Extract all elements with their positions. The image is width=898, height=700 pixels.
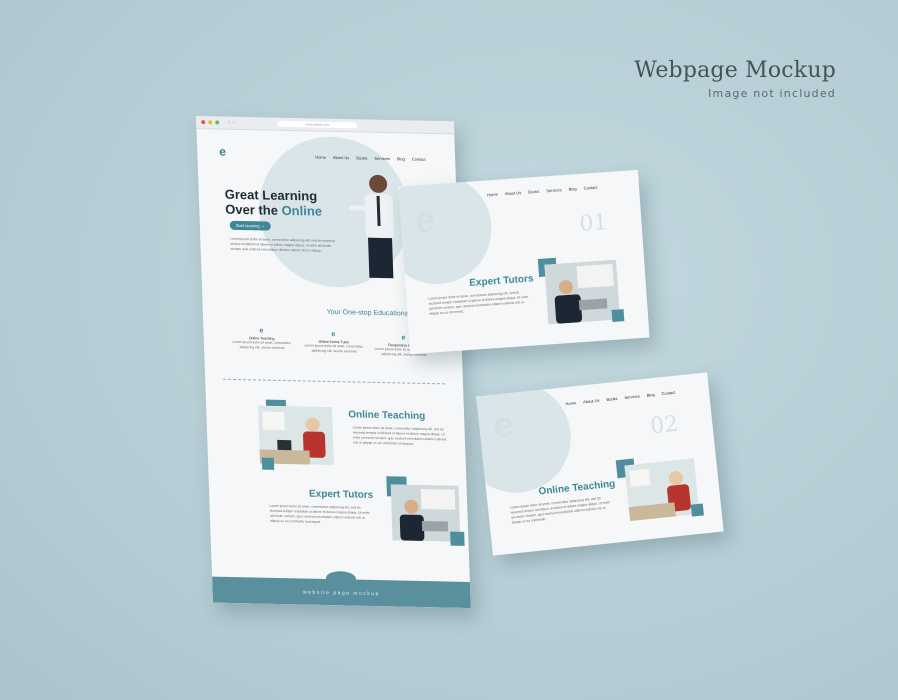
nav-services[interactable]: Services <box>546 187 562 193</box>
accent-square <box>261 457 275 470</box>
feature-text: Lorem ipsum dolor sit amet, consectetur … <box>304 343 364 354</box>
hero-line-2: Over the <box>224 201 282 218</box>
url-bar[interactable]: www.website.com <box>277 120 358 129</box>
card1-nav: Home About Us Books Services Blog Contac… <box>487 185 597 198</box>
hero-accent: Online <box>281 202 323 219</box>
forward-arrow-icon[interactable]: › <box>233 120 235 126</box>
nav-blog[interactable]: Blog <box>568 186 576 192</box>
nav-contact[interactable]: Contact <box>412 157 426 162</box>
online-teaching-text: Lorem ipsum dolor sit amet, consectetur … <box>352 425 447 446</box>
footer: website page mockup <box>212 576 471 609</box>
maximize-dot-icon[interactable] <box>215 120 220 125</box>
nav-contact[interactable]: Contact <box>661 390 675 396</box>
start-learning-button[interactable]: Start learning → <box>229 220 271 231</box>
big-logo-icon: e <box>491 402 516 446</box>
feature-online-teaching: e Online Teaching Lorem ipsum dolor sit … <box>231 327 292 351</box>
expert-tutors-photo <box>544 259 621 325</box>
big-logo-icon: e <box>413 198 437 241</box>
minimize-dot-icon[interactable] <box>208 120 213 125</box>
brand-title: Webpage Mockup <box>634 58 836 83</box>
card-text: Lorem ipsum dolor sit amet, consectetur … <box>509 496 611 525</box>
close-dot-icon[interactable] <box>201 120 206 125</box>
online-teaching-photo <box>258 405 334 466</box>
logo-icon[interactable]: e <box>219 144 226 158</box>
expert-tutors-text: Lorem ipsum dolor sit amet, consectetur … <box>269 503 370 524</box>
card-number: 02 <box>649 411 680 440</box>
section-divider <box>223 378 446 385</box>
accent-square <box>450 531 465 546</box>
card-online-teaching: e Home About Us Books Services Blog Cont… <box>476 372 724 556</box>
feature-text: Lorem ipsum dolor sit amet, consectetur … <box>232 339 292 350</box>
nav-home[interactable]: Home <box>565 400 576 406</box>
nav-books[interactable]: Books <box>528 189 539 195</box>
nav-about[interactable]: About Us <box>333 155 350 160</box>
accent-square <box>690 503 704 517</box>
nav-books[interactable]: Books <box>356 155 367 160</box>
brand-header: Webpage Mockup Image not included <box>634 58 836 100</box>
accent-square <box>611 309 625 322</box>
nav-home[interactable]: Home <box>315 155 326 160</box>
brand-subtitle: Image not included <box>708 87 836 100</box>
nav-about[interactable]: About Us <box>505 190 522 196</box>
nav-contact[interactable]: Contact <box>583 185 597 191</box>
card-title: Expert Tutors <box>468 273 534 289</box>
expert-tutors-heading: Expert Tutors <box>308 488 374 501</box>
feature-home-tutor: e Online Home Tutor Lorem ipsum dolor si… <box>303 330 364 354</box>
nav-home[interactable]: Home <box>487 192 498 198</box>
feature-logo-icon: e <box>259 327 264 335</box>
nav-services[interactable]: Services <box>374 156 390 161</box>
hero-title: Great Learning Over the Online <box>224 187 322 219</box>
back-arrow-icon[interactable]: ‹ <box>228 120 230 126</box>
nav-about[interactable]: About Us <box>583 398 600 405</box>
card-expert-tutors: e Home About Us Books Services Blog Cont… <box>398 169 650 355</box>
nav-books[interactable]: Books <box>606 396 618 402</box>
online-teaching-heading: Online Teaching <box>348 409 426 422</box>
cta-label: Start learning <box>235 222 260 229</box>
feature-logo-icon: e <box>331 330 336 339</box>
nav-blog[interactable]: Blog <box>397 156 405 161</box>
card-number: 01 <box>578 210 609 238</box>
card-text: Lorem ipsum dolor sit amet, consectetur … <box>428 290 529 316</box>
nav-services[interactable]: Services <box>624 393 640 400</box>
card-blob <box>398 170 496 288</box>
card2-nav: Home About Us Books Services Blog Contac… <box>565 390 675 407</box>
card-blob <box>476 377 577 499</box>
online-teaching-photo <box>624 458 700 522</box>
hero-text: Lorem ipsum dolor sit amet, consectetur … <box>230 236 335 253</box>
nav-blog[interactable]: Blog <box>646 392 654 398</box>
